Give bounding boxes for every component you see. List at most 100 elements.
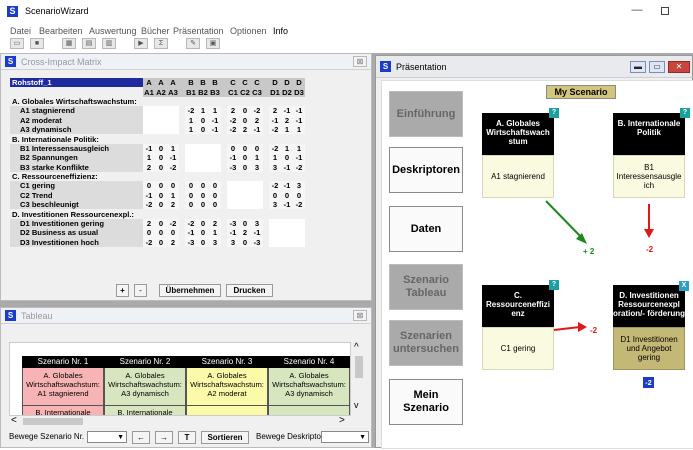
matrix-cell[interactable] xyxy=(185,143,197,154)
matrix-cell[interactable] xyxy=(293,218,305,229)
matrix-cell[interactable]: 1 xyxy=(209,106,221,116)
matrix-cell[interactable] xyxy=(197,153,209,163)
scenario-cell[interactable]: A. Globales Wirtschaftswachstum: A1 stag… xyxy=(22,368,104,406)
move-right-button[interactable]: → xyxy=(155,431,173,444)
chart-icon[interactable]: ▥ xyxy=(102,38,116,49)
remove-button[interactable]: - xyxy=(134,284,147,297)
matrix-cell[interactable]: -2 xyxy=(185,218,197,229)
matrix-cell[interactable]: 0 xyxy=(197,190,209,201)
tableau-close-button[interactable]: ⊠ xyxy=(353,310,367,321)
matrix-cell[interactable]: 2 xyxy=(281,115,293,125)
matrix-cell[interactable]: -3 xyxy=(227,162,239,172)
help-icon[interactable]: ? xyxy=(549,108,559,118)
play-icon[interactable]: ▶ xyxy=(134,38,148,49)
matrix-cell[interactable]: 0 xyxy=(209,200,221,210)
matrix-cell[interactable] xyxy=(293,237,305,248)
matrix-cell[interactable]: 0 xyxy=(155,200,167,210)
scenario-header[interactable]: Szenario Nr. 1 xyxy=(22,356,104,368)
matrix-cell[interactable]: 1 xyxy=(209,228,221,238)
scenario-column[interactable]: Szenario Nr. 3 A. Globales Wirtschaftswac… xyxy=(186,356,268,415)
matrix-cell[interactable]: -2 xyxy=(143,237,155,248)
matrix-cell[interactable] xyxy=(143,115,155,125)
menu-buecher[interactable]: Bücher xyxy=(141,26,170,36)
nav-einfuehrung-button[interactable]: Einführung xyxy=(389,91,463,137)
matrix-cell[interactable]: 0 xyxy=(239,153,251,163)
matrix-cell[interactable]: 0 xyxy=(143,228,155,238)
scenario-cell[interactable] xyxy=(186,406,268,415)
matrix-cell[interactable]: 0 xyxy=(185,200,197,210)
matrix-cell[interactable]: 2 xyxy=(143,162,155,172)
matrix-cell[interactable] xyxy=(155,124,167,135)
matrix-cell[interactable]: 0 xyxy=(155,181,167,191)
menu-optionen[interactable]: Optionen xyxy=(230,26,267,36)
horizontal-scrollbar[interactable]: < > xyxy=(9,415,351,427)
matrix-cell[interactable]: -1 xyxy=(209,115,221,125)
matrix-cell[interactable]: 2 xyxy=(239,124,251,135)
matrix-cell[interactable]: 3 xyxy=(227,237,239,248)
matrix-cell[interactable]: 2 xyxy=(251,115,263,125)
matrix-cell[interactable]: 3 xyxy=(251,162,263,172)
scenario-header[interactable]: Szenario Nr. 3 xyxy=(186,356,268,368)
help-icon[interactable]: ? xyxy=(549,280,559,290)
matrix-cell[interactable]: 1 xyxy=(251,153,263,163)
matrix-cell[interactable]: -1 xyxy=(251,228,263,238)
matrix-cell[interactable]: 1 xyxy=(197,106,209,116)
matrix-cell[interactable]: 0 xyxy=(239,218,251,229)
vertical-scrollbar[interactable]: ^ v xyxy=(353,342,365,414)
matrix-cell[interactable]: 0 xyxy=(197,228,209,238)
nav-daten-button[interactable]: Daten xyxy=(389,206,463,252)
matrix-cell[interactable]: 0 xyxy=(251,143,263,154)
scroll-thumb[interactable] xyxy=(355,356,363,378)
matrix-cell[interactable]: -1 xyxy=(143,190,155,201)
matrix-cell[interactable] xyxy=(185,162,197,172)
matrix-cell[interactable]: 3 xyxy=(251,218,263,229)
matrix-cell[interactable]: 2 xyxy=(167,200,179,210)
matrix-cell[interactable]: 0 xyxy=(281,153,293,163)
matrix-cell[interactable]: 0 xyxy=(281,190,293,201)
matrix-cell[interactable]: 1 xyxy=(281,124,293,135)
matrix-cell[interactable]: 3 xyxy=(209,237,221,248)
add-button[interactable]: + xyxy=(116,284,129,297)
menu-auswertung[interactable]: Auswertung xyxy=(89,26,137,36)
matrix-cell[interactable] xyxy=(209,153,221,163)
nav-szenarien-untersuchen-button[interactable]: Szenarien untersuchen xyxy=(389,320,463,366)
descriptor-card-b[interactable]: B. Internationale Politik B1 Interessens… xyxy=(613,108,690,198)
matrix-cell[interactable]: 1 xyxy=(185,124,197,135)
descriptor-card-d[interactable]: D. Investitionen Ressourcenexpl oration/… xyxy=(613,281,689,370)
matrix-cell[interactable]: -1 xyxy=(281,106,293,116)
table-icon[interactable]: ▤ xyxy=(82,38,96,49)
sum-icon[interactable]: Σ xyxy=(154,38,168,49)
matrix-cell[interactable]: 0 xyxy=(155,218,167,229)
scenario-column[interactable]: Szenario Nr. 4 A. Globales Wirtschaftswac… xyxy=(268,356,350,415)
open-folder-icon[interactable]: ▭ xyxy=(10,38,24,49)
matrix-cell[interactable]: 0 xyxy=(209,190,221,201)
scenario-header[interactable]: Szenario Nr. 4 xyxy=(268,356,350,368)
menu-bearbeiten[interactable]: Bearbeiten xyxy=(39,26,83,36)
move-left-button[interactable]: ← xyxy=(132,431,150,444)
matrix-cell[interactable]: -1 xyxy=(269,115,281,125)
matrix-cell[interactable] xyxy=(155,115,167,125)
matrix-cell[interactable]: 0 xyxy=(155,190,167,201)
matrix-cell[interactable]: 3 xyxy=(269,162,281,172)
matrix-cell[interactable]: 0 xyxy=(155,237,167,248)
matrix-cell[interactable]: -1 xyxy=(293,106,305,116)
matrix-cell[interactable]: 0 xyxy=(227,143,239,154)
matrix-cell[interactable]: -2 xyxy=(185,106,197,116)
matrix-cell[interactable]: 0 xyxy=(155,228,167,238)
matrix-cell[interactable]: -2 xyxy=(227,115,239,125)
matrix-cell[interactable]: 0 xyxy=(269,190,281,201)
nav-deskriptoren-button[interactable]: Deskriptoren xyxy=(389,147,463,193)
matrix-cell[interactable] xyxy=(197,162,209,172)
matrix-cell[interactable]: -1 xyxy=(251,124,263,135)
matrix-cell[interactable]: 1 xyxy=(167,190,179,201)
matrix-cell[interactable]: 0 xyxy=(239,237,251,248)
edit-icon[interactable]: ✎ xyxy=(186,38,200,49)
print-button[interactable]: Drucken xyxy=(226,284,273,297)
matrix-cell[interactable]: -3 xyxy=(185,237,197,248)
matrix-cell[interactable]: -3 xyxy=(227,218,239,229)
matrix-cell[interactable]: -1 xyxy=(281,162,293,172)
scenario-cell[interactable]: B. Internationale xyxy=(104,406,186,415)
matrix-cell[interactable]: 1 xyxy=(143,153,155,163)
matrix-cell[interactable]: 2 xyxy=(143,218,155,229)
matrix-cell[interactable] xyxy=(197,143,209,154)
